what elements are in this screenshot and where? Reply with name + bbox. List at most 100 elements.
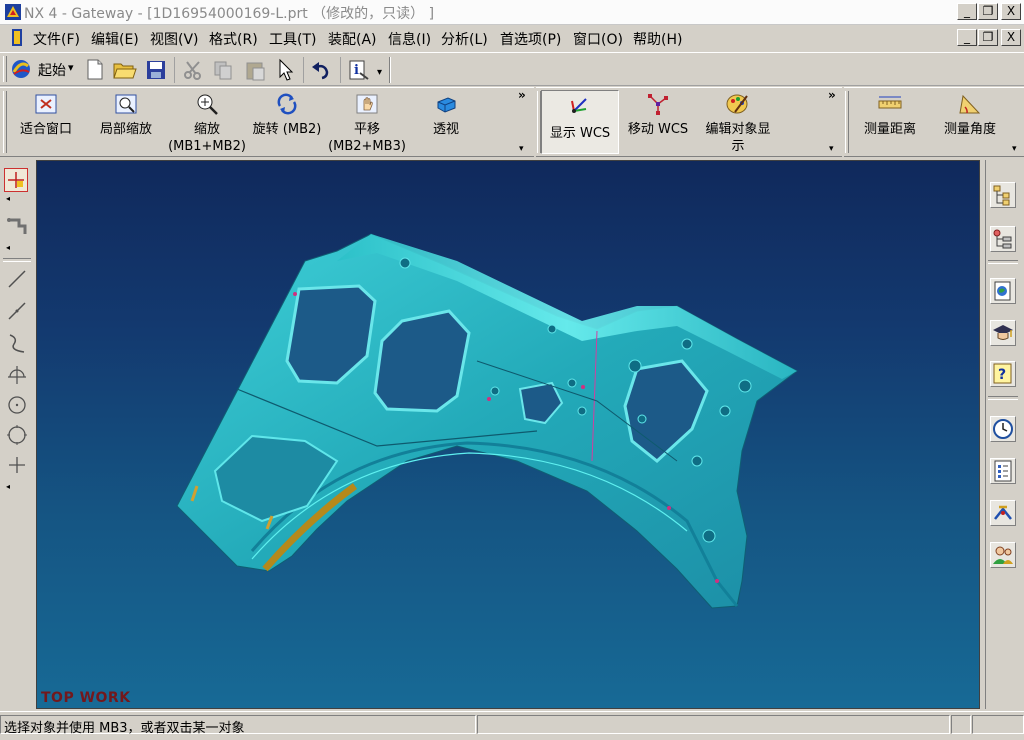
measure-toolbar-dropdown[interactable]: ▾ (1012, 144, 1017, 154)
doc-close-button[interactable]: X (1001, 29, 1021, 46)
display-wcs-label: 显示 WCS (549, 126, 611, 141)
toolbar-separator (303, 57, 304, 83)
wcs-toolbar-overflow[interactable]: » (828, 88, 836, 102)
nx-logo-icon (5, 4, 21, 20)
menu-edit[interactable]: 编辑(E) (91, 29, 139, 49)
menu-tools[interactable]: 工具(T) (269, 29, 316, 49)
menu-info[interactable]: 信息(I) (388, 29, 431, 49)
history-tab[interactable] (990, 416, 1016, 442)
zoom-button[interactable]: 缩放 (MB1+MB2) (167, 92, 247, 155)
arc-icon[interactable] (6, 332, 28, 354)
status-bar: 选择对象并使用 MB3，或者双击某一对象 (0, 711, 1024, 740)
paste-icon[interactable] (244, 59, 266, 81)
help-icon: ? (993, 363, 1012, 384)
resource-bar: ? (982, 160, 1024, 709)
snap-point-button[interactable] (4, 168, 28, 192)
save-icon[interactable] (145, 59, 167, 81)
view-toolbar-overflow[interactable]: » (518, 88, 526, 102)
curve-dropdown[interactable]: ◂ (6, 482, 10, 491)
help-tab[interactable]: ? (990, 361, 1016, 387)
cut-icon[interactable] (182, 59, 204, 81)
web-browser-tab[interactable] (990, 278, 1016, 304)
graphics-viewport[interactable]: TOP WORK (36, 160, 980, 709)
measure-distance-button[interactable]: 测量距离 (852, 92, 928, 138)
minimize-button[interactable]: _ (957, 3, 977, 20)
start-label: 起始 (38, 63, 66, 79)
menu-format[interactable]: 格式(R) (209, 29, 258, 49)
filter-dropdown[interactable]: ◂ (6, 243, 10, 252)
roles-tab[interactable] (990, 500, 1016, 526)
toolbar-grip[interactable] (3, 91, 7, 153)
restore-button[interactable]: ❐ (978, 3, 998, 20)
edit-object-display-label: 编辑对象显 (705, 122, 771, 137)
move-wcs-icon (648, 94, 668, 115)
close-button[interactable]: X (1001, 3, 1021, 20)
move-wcs-button[interactable]: 移动 WCS (622, 92, 694, 138)
menu-preferences[interactable]: 首选项(P) (500, 29, 561, 49)
assembly-navigator-tab[interactable] (990, 182, 1016, 208)
pan-button[interactable]: 平移 (MB2+MB3) (327, 92, 407, 155)
wcs-toolbar-dropdown[interactable]: ▾ (829, 144, 834, 154)
measure-toolbar: 测量距离 测量角度 ▾ (844, 87, 1024, 157)
web-browser-icon (994, 281, 1011, 301)
rotate-button[interactable]: 旋转 (MB2) (247, 92, 327, 138)
view-toolbar-dropdown[interactable]: ▾ (519, 144, 524, 154)
left-toolbar: ◂ ◂ ◂ (0, 160, 34, 708)
history-icon (993, 419, 1013, 439)
pan-label: 平移 (353, 122, 380, 137)
line-icon[interactable] (6, 268, 28, 290)
zoom-region-label: 局部缩放 (99, 122, 152, 137)
part-model[interactable] (37, 161, 980, 709)
measure-distance-label: 测量距离 (863, 122, 916, 137)
undo-icon[interactable] (310, 59, 332, 81)
toolbar-end (389, 57, 391, 83)
measure-angle-button[interactable]: 测量角度 (932, 92, 1008, 138)
doc-minimize-button[interactable]: _ (957, 29, 977, 46)
palette-tab[interactable] (990, 458, 1016, 484)
menu-view[interactable]: 视图(V) (150, 29, 199, 49)
copy-icon[interactable] (212, 59, 234, 81)
pan-icon (356, 94, 378, 114)
point-icon[interactable] (6, 454, 28, 476)
toolbar-grip[interactable] (3, 56, 7, 82)
part-navigator-tab[interactable] (990, 226, 1016, 252)
status-message: 选择对象并使用 MB3，或者双击某一对象 (4, 721, 245, 736)
start-icon (12, 60, 30, 78)
open-folder-icon[interactable] (113, 59, 137, 81)
status-resize-grip[interactable] (972, 715, 1024, 734)
menu-file[interactable]: 文件(F) (33, 29, 80, 49)
circle-icon[interactable] (6, 394, 28, 416)
crosshair-icon[interactable] (6, 364, 28, 386)
zoom-region-icon (115, 94, 137, 114)
menu-help[interactable]: 帮助(H) (633, 29, 682, 49)
zoom-region-button[interactable]: 局部缩放 (90, 92, 162, 138)
rotate-icon (277, 93, 297, 115)
doc-restore-button[interactable]: ❐ (978, 29, 998, 46)
toolbar-grip[interactable] (845, 91, 849, 153)
info-icon[interactable]: i (348, 59, 372, 83)
edit-object-display-button[interactable]: 编辑对象显 示 (700, 92, 776, 155)
zoom-label: 缩放 (193, 122, 220, 137)
line-icon[interactable] (6, 300, 28, 322)
watermark-text: TOP WORK (41, 690, 131, 706)
measure-angle-icon (959, 94, 981, 114)
circle-icon[interactable] (6, 424, 28, 446)
info-dropdown-arrow[interactable]: ▾ (377, 67, 382, 78)
snap-dropdown[interactable]: ◂ (6, 194, 10, 203)
toolbar-separator (988, 260, 1018, 264)
menu-assembly[interactable]: 装配(A) (328, 29, 377, 49)
user-roles-tab[interactable] (990, 542, 1016, 568)
training-tab[interactable] (990, 320, 1016, 346)
start-button[interactable]: 起始 ▾ (8, 56, 80, 82)
edit-object-display-label-line2: 示 (731, 139, 745, 154)
move-wcs-label: 移动 WCS (627, 122, 689, 137)
menu-window[interactable]: 窗口(O) (573, 29, 623, 49)
menu-analysis[interactable]: 分析(L) (441, 29, 488, 49)
new-file-icon[interactable] (85, 59, 105, 81)
perspective-button[interactable]: 透视 (410, 92, 482, 138)
selection-filter-icon[interactable] (5, 214, 29, 238)
status-panel-3 (951, 715, 971, 734)
select-pointer-icon[interactable] (276, 58, 296, 82)
fit-window-button[interactable]: 适合窗口 (10, 92, 82, 138)
display-wcs-button[interactable]: 显示 WCS (541, 90, 619, 154)
